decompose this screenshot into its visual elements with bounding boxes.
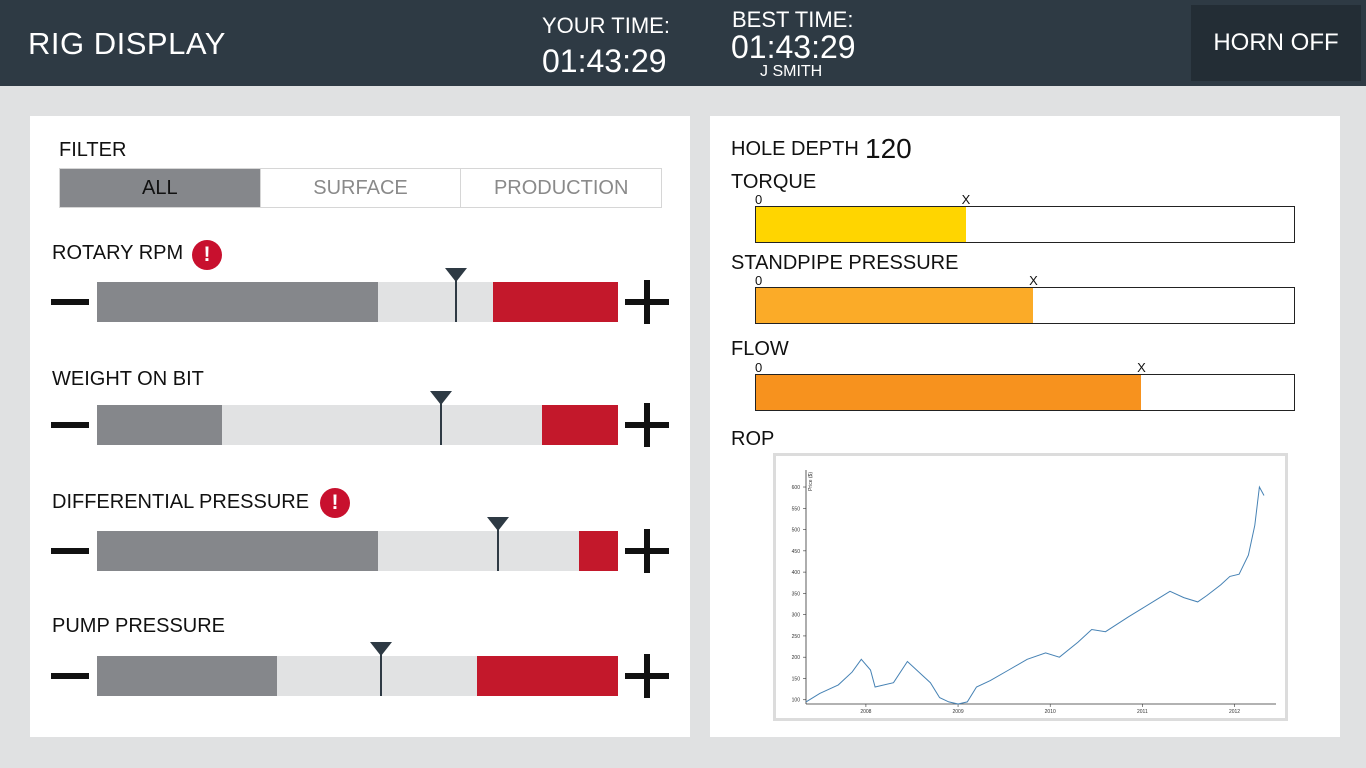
slider-danger-zone — [492, 282, 618, 322]
rop-chart: 100 150 200 250 300 350 400 450 500 550 600 2008 200… — [773, 453, 1288, 721]
rop-price-line — [805, 485, 1265, 705]
rop-y-tick-label: 550 — [792, 506, 801, 512]
torque-zero-label: 0 — [755, 192, 763, 207]
rop-y-tick-label: 450 — [792, 549, 801, 555]
differential-pressure-increase-button[interactable] — [625, 529, 669, 573]
torque-gauge-fill — [756, 207, 966, 242]
rop-y-tick-label: 250 — [792, 634, 801, 640]
best-time-holder: J SMITH — [760, 63, 823, 80]
slider-setpoint-marker[interactable] — [369, 642, 392, 696]
weight-on-bit-decrease-button[interactable] — [51, 422, 89, 428]
slider-fill — [97, 531, 379, 571]
differential-pressure-slider[interactable] — [97, 517, 618, 571]
slider-setpoint-marker[interactable] — [429, 391, 452, 445]
pump-pressure-increase-button[interactable] — [625, 654, 669, 698]
flow-gauge-fill — [756, 375, 1141, 410]
slider-danger-zone — [477, 656, 618, 696]
horn-toggle-button[interactable]: HORN OFF — [1191, 5, 1361, 81]
filter-tabs: ALL SURFACE PRODUCTION — [59, 168, 662, 208]
torque-label: TORQUE — [731, 171, 817, 193]
slider-setpoint-marker[interactable] — [487, 517, 510, 571]
pump-pressure-slider[interactable] — [97, 642, 618, 696]
differential-pressure-decrease-button[interactable] — [51, 548, 89, 554]
rop-label: ROP — [731, 428, 775, 450]
rop-x-tick-label: 2010 — [1045, 709, 1056, 715]
slider-fill — [97, 282, 379, 322]
standpipe-pressure-gauge — [755, 287, 1295, 324]
differential-pressure-label: DIFFERENTIAL PRESSURE — [52, 491, 310, 513]
rotary-rpm-slider[interactable] — [97, 268, 618, 322]
weight-on-bit-label: WEIGHT ON BIT — [52, 368, 204, 390]
rop-y-tick-label: 400 — [792, 570, 801, 576]
torque-marker-label: X — [961, 192, 971, 207]
flow-gauge — [755, 374, 1295, 411]
weight-on-bit-increase-button[interactable] — [625, 403, 669, 447]
app-title: RIG DISPLAY — [28, 26, 226, 61]
rop-y-tick-label: 150 — [792, 676, 801, 682]
slider-danger-zone — [578, 531, 618, 571]
pump-pressure-label: PUMP PRESSURE — [52, 615, 226, 637]
top-bar: RIG DISPLAY YOUR TIME: 01:43:29 BEST TIM… — [0, 0, 1366, 86]
hole-depth-value: 120 — [865, 133, 912, 164]
filter-tab-production[interactable]: PRODUCTION — [461, 169, 662, 207]
flow-zero-label: 0 — [755, 360, 763, 375]
rotary-rpm-decrease-button[interactable] — [51, 299, 89, 305]
controls-panel: FILTER ALL SURFACE PRODUCTION ROTARY RPM… — [30, 116, 690, 737]
rop-y-tick-label: 200 — [792, 655, 801, 661]
hole-depth-label: HOLE DEPTH — [731, 138, 859, 160]
slider-fill — [97, 656, 277, 696]
standpipe-pressure-zero-label: 0 — [755, 273, 763, 288]
rop-y-axis-label: Price ($) — [808, 472, 814, 491]
your-time-value: 01:43:29 — [542, 43, 667, 79]
slider-setpoint-marker[interactable] — [445, 268, 468, 322]
slider-danger-zone — [542, 405, 618, 445]
rotary-rpm-increase-button[interactable] — [625, 280, 669, 324]
best-time-value: 01:43:29 — [731, 29, 856, 65]
filter-tab-all[interactable]: ALL — [60, 169, 261, 207]
slider-fill — [97, 405, 223, 445]
filter-tab-surface[interactable]: SURFACE — [260, 169, 462, 207]
flow-label: FLOW — [731, 338, 789, 360]
weight-on-bit-slider[interactable] — [97, 391, 618, 445]
standpipe-pressure-gauge-fill — [756, 288, 1034, 323]
rotary-rpm-warning-icon: ! — [192, 240, 222, 270]
torque-gauge — [755, 206, 1295, 243]
rop-y-tick-label: 500 — [792, 528, 801, 534]
rop-y-tick-label: 350 — [792, 591, 801, 597]
rop-y-tick-label: 600 — [792, 485, 801, 491]
flow-marker-label: X — [1137, 360, 1146, 375]
rop-x-tick-label: 2012 — [1229, 709, 1240, 715]
rop-chart-svg: 100 150 200 250 300 350 400 450 500 550 600 2008 200… — [792, 470, 1276, 715]
rotary-rpm-label: ROTARY RPM — [52, 242, 184, 264]
readouts-panel: HOLE DEPTH 120 TORQUE 0 X STANDPIPE PRES… — [710, 116, 1340, 737]
filter-label: FILTER — [59, 139, 127, 161]
rop-x-tick-label: 2008 — [860, 709, 871, 715]
rop-y-tick-label: 300 — [792, 613, 801, 619]
differential-pressure-warning-icon: ! — [320, 488, 350, 518]
rop-x-tick-label: 2009 — [952, 709, 963, 715]
pump-pressure-decrease-button[interactable] — [51, 673, 89, 679]
your-time-label: YOUR TIME: — [542, 13, 670, 38]
rop-x-tick-label: 2011 — [1137, 709, 1148, 715]
standpipe-pressure-marker-label: X — [1029, 273, 1038, 288]
rop-y-tick-label: 100 — [792, 698, 801, 704]
standpipe-pressure-label: STANDPIPE PRESSURE — [731, 252, 959, 274]
